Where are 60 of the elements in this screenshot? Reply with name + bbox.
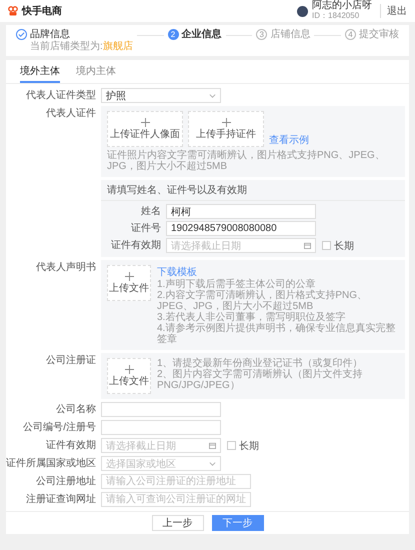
tab[interactable]: 境内主体 — [76, 60, 116, 83]
field-label: 注册证查询网址 — [25, 492, 96, 507]
back-button[interactable]: 上一步 — [152, 515, 204, 531]
hint-text: 4.请参考示例图片提供声明书，确保专业信息真实完整签章 — [157, 323, 396, 345]
step-marker: 3 — [256, 29, 268, 40]
step-title: 品牌信息 — [30, 29, 71, 40]
hint-text: 1、请提交最新年份商业登记证书（或复印件） — [157, 358, 364, 369]
input-field[interactable]: 请输入公司注册证的注册地址 — [101, 474, 251, 489]
step-subtitle: 当前店铺类型为:旗舰店 — [30, 41, 133, 52]
field-label: 证件所属国家或地区 — [6, 456, 96, 471]
field-label: 公司名称 — [55, 403, 96, 417]
upload-slot[interactable]: 上传证件人像面 — [107, 111, 183, 147]
panel-title: 请填写姓名、证件号以及有效期 — [101, 180, 405, 201]
hint-text: 3.若代表人非公司董事，需写明职位及签字 — [157, 312, 346, 323]
select-field[interactable]: 护照 — [101, 88, 221, 103]
upload-slot[interactable]: 上传文件 — [107, 265, 151, 301]
plus-icon — [124, 365, 134, 374]
field-label: 证件有效期 — [110, 238, 161, 253]
calendar-icon — [304, 242, 311, 249]
calendar-icon — [209, 442, 216, 449]
avatar-icon — [297, 6, 308, 16]
field-label: 公司注册证 — [45, 354, 96, 368]
plus-icon — [124, 272, 134, 281]
user-id: ID：1842050 — [312, 11, 360, 21]
input-field[interactable]: 柯柯 — [166, 204, 316, 219]
hint-text: 证件照片内容文字需可清晰辨认，图片格式支持PNG、JPEG、JPG，图片大小不超过5MB — [107, 150, 386, 172]
input-field[interactable]: 1902948579008080080 — [166, 221, 316, 236]
logo-text: 快手电商 — [22, 4, 62, 18]
plus-icon — [222, 118, 230, 127]
field-label: 公司注册地址 — [35, 474, 96, 489]
checkbox[interactable] — [227, 441, 236, 450]
checkbox[interactable] — [322, 241, 331, 250]
field-label: 代表人证件 — [45, 106, 96, 121]
checkbox-label: 长期 — [334, 240, 354, 252]
upload-slot[interactable]: 上传文件 — [107, 358, 151, 394]
hint-text: 2.内容文字需可清晰辨认，图片格式支持PNG、JPEG、JPG，图片大小不超过5MB — [157, 290, 368, 312]
input-field[interactable] — [101, 420, 221, 435]
hint-text: 2、图片内容文字需可清晰辨认（图片文件支持PNG/JPG/JPEG） — [157, 369, 364, 391]
logo-icon — [8, 6, 18, 16]
field-label: 公司编号/注册号 — [22, 420, 96, 435]
caret-icon — [209, 92, 216, 99]
hint-text: 1.声明下载后需手签主体公司的公章 — [157, 279, 316, 290]
step-title: 提交审核 — [358, 29, 399, 41]
step-marker: 4 — [344, 29, 356, 40]
tab[interactable]: 境外主体 — [20, 60, 60, 83]
step-title: 店铺信息 — [270, 29, 310, 41]
step-title: 企业信息 — [182, 29, 222, 41]
input-field[interactable]: 请输入可查询公司注册证的网址 — [101, 492, 251, 507]
plus-icon — [140, 118, 150, 127]
logout-link[interactable]: 退出 — [380, 4, 407, 18]
upload-slot[interactable]: 上传手持证件 — [188, 111, 264, 147]
field-label: 姓名 — [140, 205, 161, 219]
field-label: 代表人证件类型 — [25, 88, 96, 103]
field-label: 证件号 — [130, 222, 161, 236]
caret-icon — [209, 460, 216, 467]
field-label: 代表人声明书 — [35, 260, 96, 275]
input-field[interactable] — [101, 402, 221, 417]
step-marker: 2 — [168, 29, 179, 40]
field-label: 证件有效期 — [45, 438, 96, 453]
checkbox-label: 长期 — [239, 440, 259, 452]
